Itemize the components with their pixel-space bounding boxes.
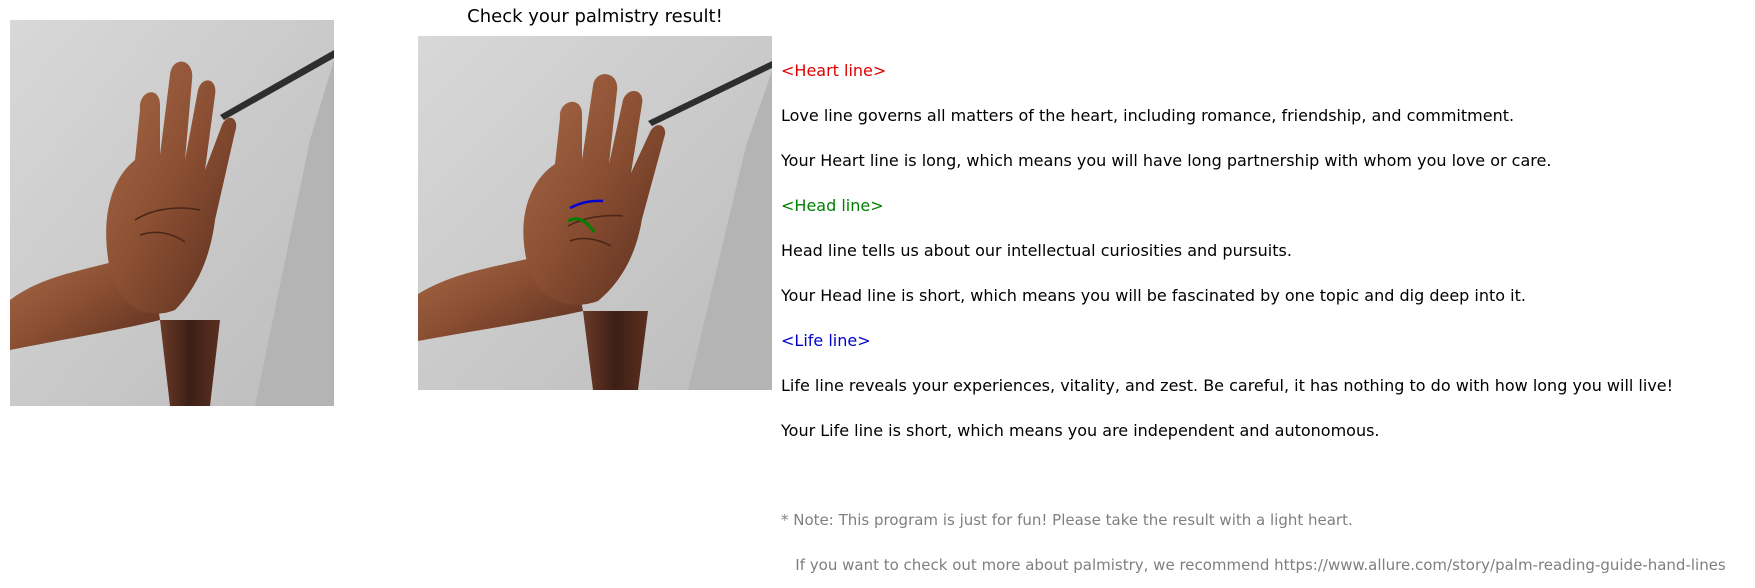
heart-line-description: Love line governs all matters of the hea… [781,106,1515,125]
heart-line-result: Your Heart line is long, which means you… [781,151,1552,170]
hand-photo-annotated [418,36,772,390]
hand-photo-svg-left [10,20,334,406]
head-line-heading: <Head line> [781,196,884,215]
head-line-mark [567,217,596,233]
note-disclaimer: * Note: This program is just for fun! Pl… [781,511,1353,529]
hand-photo-original [10,20,334,406]
heart-line-mark [569,199,604,210]
heart-line-heading: <Heart line> [781,61,887,80]
life-line-description: Life line reveals your experiences, vita… [781,376,1674,395]
head-line-description: Head line tells us about our intellectua… [781,241,1292,260]
palm-lines-overlay [567,199,604,233]
life-line-result: Your Life line is short, which means you… [781,421,1380,440]
note-reference: If you want to check out more about palm… [781,556,1726,574]
result-text: <Heart line> Love line governs all matte… [781,33,1726,588]
life-line-heading: <Life line> [781,331,871,350]
head-line-result: Your Head line is short, which means you… [781,286,1526,305]
page-title: Check your palmistry result! [467,6,723,27]
